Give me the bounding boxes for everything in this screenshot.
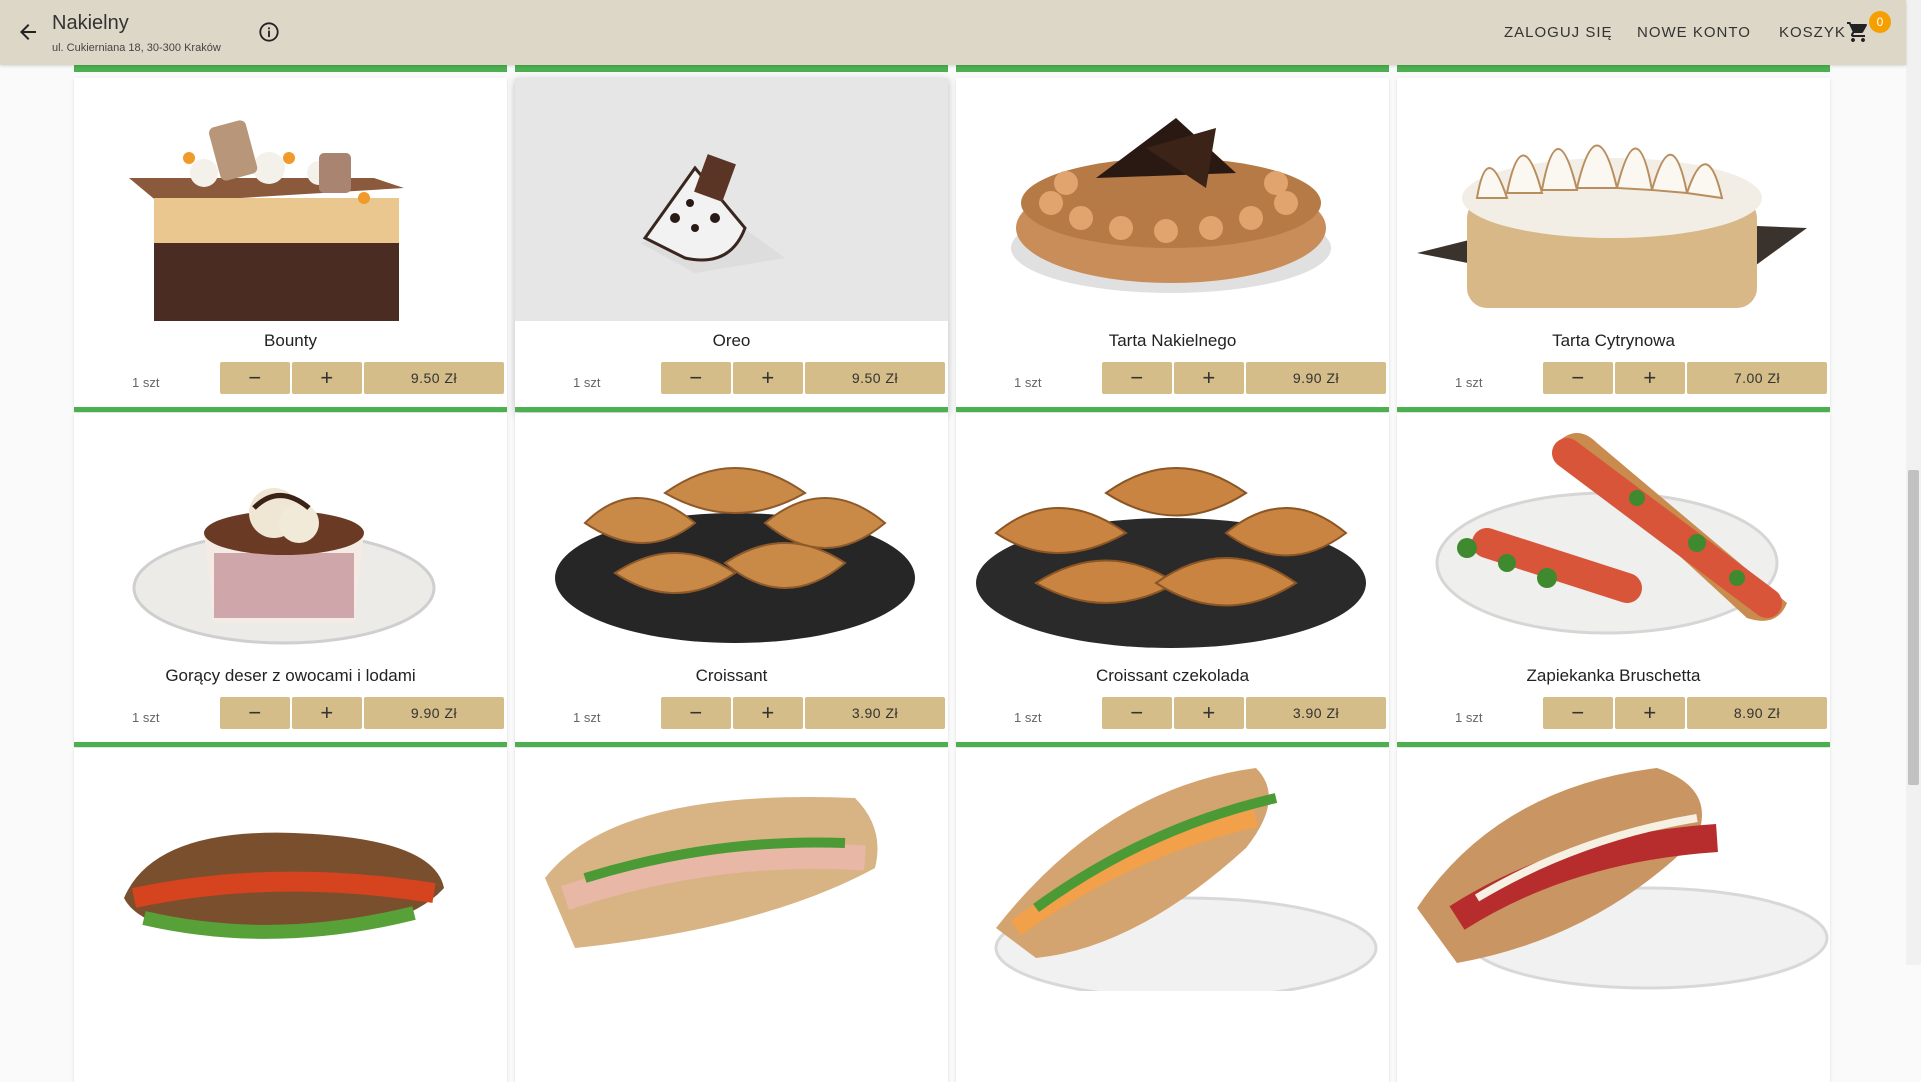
product-image-sandwich [1417, 768, 1829, 990]
partial-card-bar [1397, 65, 1830, 72]
product-qty: 1 szt [1014, 710, 1042, 725]
cart-link[interactable]: KOSZYK [1779, 24, 1846, 41]
decrease-qty-button[interactable]: − [661, 362, 731, 394]
product-card[interactable]: Tarta Cytrynowa 1 szt − + 7.00 Zł [1397, 78, 1830, 412]
product-card[interactable] [1397, 748, 1830, 1082]
product-card[interactable]: Zapiekanka Bruschetta 1 szt − + 8.90 Zł [1397, 413, 1830, 747]
product-image-croissant-czekolada [976, 467, 1366, 648]
product-image-goracy-deser [132, 488, 436, 645]
product-image-sandwich [545, 797, 878, 948]
add-to-cart-price-button[interactable]: 9.50 Zł [364, 362, 504, 394]
increase-qty-button[interactable]: + [733, 362, 803, 394]
back-arrow-icon[interactable] [16, 20, 40, 44]
product-card[interactable]: Croissant 1 szt − + 3.90 Zł [515, 413, 948, 747]
partial-card-bar [74, 65, 507, 72]
product-name: Tarta Nakielnego [1108, 331, 1237, 350]
decrease-qty-button[interactable]: − [220, 697, 290, 729]
add-to-cart-price-button[interactable]: 3.90 Zł [805, 697, 945, 729]
card-accent-bar [956, 742, 1389, 747]
increase-qty-button[interactable]: + [1615, 362, 1685, 394]
decrease-qty-button[interactable]: − [1102, 362, 1172, 394]
product-card[interactable] [956, 748, 1389, 1082]
product-qty: 1 szt [573, 375, 601, 390]
info-icon[interactable] [258, 21, 280, 43]
add-to-cart-price-button[interactable]: 7.00 Zł [1687, 362, 1827, 394]
product-image-sandwich [124, 832, 444, 939]
store-name: Nakielny [52, 12, 129, 34]
product-card[interactable]: Bounty 1 szt − + 9.50 Zł [74, 78, 507, 412]
product-name: Tarta Cytrynowa [1552, 331, 1675, 350]
cart-icon[interactable] [1846, 20, 1870, 44]
product-name: Oreo [712, 331, 751, 350]
decrease-qty-button[interactable]: − [661, 697, 731, 729]
add-to-cart-price-button[interactable]: 3.90 Zł [1246, 697, 1386, 729]
product-qty: 1 szt [1014, 375, 1042, 390]
product-qty: 1 szt [573, 710, 601, 725]
decrease-qty-button[interactable]: − [220, 362, 290, 394]
increase-qty-button[interactable]: + [733, 697, 803, 729]
partial-card-bar [956, 65, 1389, 72]
product-card[interactable]: Croissant czekolada 1 szt − + 3.90 Zł [956, 413, 1389, 747]
add-to-cart-price-button[interactable]: 9.90 Zł [364, 697, 504, 729]
decrease-qty-button[interactable]: − [1102, 697, 1172, 729]
product-card[interactable]: Oreo 1 szt − + 9.50 Zł [515, 78, 948, 412]
scrollbar-thumb[interactable] [1908, 470, 1919, 785]
card-accent-bar [956, 407, 1389, 412]
product-qty: 1 szt [132, 375, 160, 390]
product-qty: 1 szt [132, 710, 160, 725]
increase-qty-button[interactable]: + [1174, 697, 1244, 729]
product-image-oreo [515, 78, 948, 321]
product-image-tarta-nakielnego [1011, 118, 1331, 293]
scrollbar[interactable] [1906, 0, 1921, 965]
add-to-cart-price-button[interactable]: 9.90 Zł [1246, 362, 1386, 394]
product-card[interactable]: Tarta Nakielnego 1 szt − + 9.90 Zł [956, 78, 1389, 412]
app-header: Nakielny ul. Cukierniana 18, 30-300 Krak… [0, 0, 1906, 65]
decrease-qty-button[interactable]: − [1543, 362, 1613, 394]
decrease-qty-button[interactable]: − [1543, 697, 1613, 729]
login-link[interactable]: ZALOGUJ SIĘ [1504, 24, 1613, 41]
product-name: Croissant czekolada [1095, 666, 1250, 685]
product-qty: 1 szt [1455, 375, 1483, 390]
product-qty: 1 szt [1455, 710, 1483, 725]
increase-qty-button[interactable]: + [1615, 697, 1685, 729]
store-address: ul. Cukierniana 18, 30-300 Kraków [52, 42, 221, 54]
increase-qty-button[interactable]: + [292, 362, 362, 394]
product-card[interactable]: Gorący deser z owocami i lodami 1 szt − … [74, 413, 507, 747]
product-name: Bounty [264, 331, 317, 350]
product-image-zapiekanka-bruschetta [1435, 433, 1787, 635]
increase-qty-button[interactable]: + [292, 697, 362, 729]
card-accent-bar [515, 742, 948, 747]
product-image-bounty [129, 120, 404, 321]
product-image-sandwich [994, 768, 1378, 991]
card-accent-bar [74, 407, 507, 412]
partial-card-bar [515, 65, 948, 72]
card-accent-bar [74, 742, 507, 747]
cart-count-badge: 0 [1869, 11, 1891, 33]
product-name: Gorący deser z owocami i lodami [165, 666, 416, 685]
product-card[interactable] [515, 748, 948, 1082]
card-accent-bar [1397, 742, 1830, 747]
product-card[interactable] [74, 748, 507, 1082]
register-link[interactable]: NOWE KONTO [1637, 24, 1751, 41]
add-to-cart-price-button[interactable]: 8.90 Zł [1687, 697, 1827, 729]
product-name: Zapiekanka Bruschetta [1526, 666, 1701, 685]
product-name: Croissant [695, 666, 768, 685]
product-image-croissant [555, 467, 915, 643]
increase-qty-button[interactable]: + [1174, 362, 1244, 394]
card-accent-bar [515, 407, 948, 412]
card-accent-bar [1397, 407, 1830, 412]
add-to-cart-price-button[interactable]: 9.50 Zł [805, 362, 945, 394]
product-image-tarta-cytrynowa [1417, 144, 1807, 308]
